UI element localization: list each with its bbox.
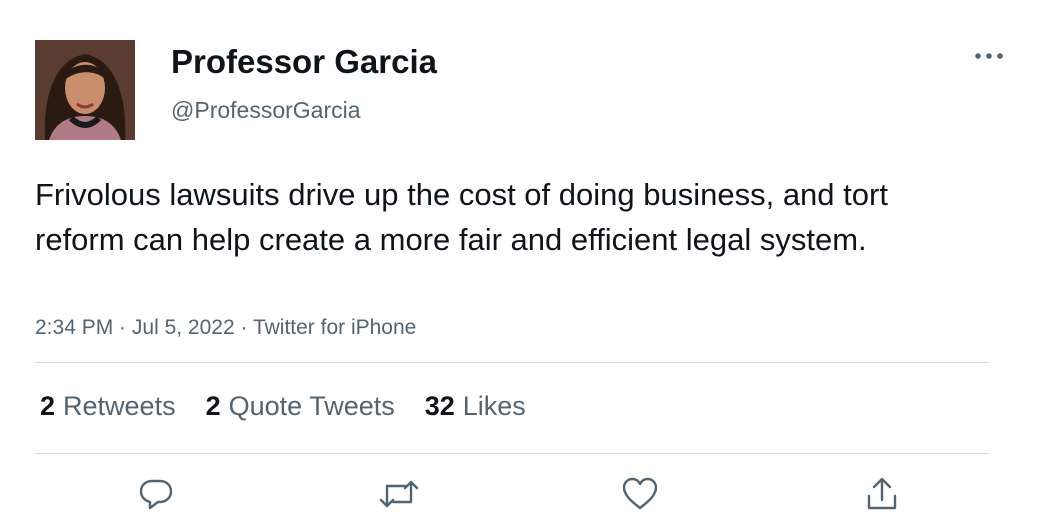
retweets-label: Retweets xyxy=(63,390,176,421)
divider xyxy=(35,362,989,363)
likes-stat[interactable]: 32 Likes xyxy=(425,391,526,422)
reply-button[interactable] xyxy=(134,472,178,516)
author-name[interactable]: Professor Garcia xyxy=(171,43,437,81)
quote-tweets-count: 2 xyxy=(205,390,221,421)
tweet-date[interactable]: Jul 5, 2022 xyxy=(132,316,235,339)
retweets-stat[interactable]: 2 Retweets xyxy=(40,391,176,422)
retweets-count: 2 xyxy=(40,390,56,421)
share-icon xyxy=(867,477,897,510)
tweet-source[interactable]: Twitter for iPhone xyxy=(253,316,416,339)
more-options-button[interactable] xyxy=(972,44,1006,68)
share-button[interactable] xyxy=(860,472,904,516)
like-button[interactable] xyxy=(618,472,662,516)
likes-label: Likes xyxy=(462,390,526,421)
tweet-meta: 2:34 PM · Jul 5, 2022 · Twitter for iPho… xyxy=(35,316,416,340)
avatar-image xyxy=(35,40,135,140)
reply-icon xyxy=(139,479,173,510)
divider xyxy=(35,453,989,454)
meta-separator: · xyxy=(113,316,132,339)
quote-tweets-stat[interactable]: 2 Quote Tweets xyxy=(206,391,395,422)
heart-icon xyxy=(622,477,658,510)
author-handle[interactable]: @ProfessorGarcia xyxy=(171,97,361,124)
action-bar xyxy=(0,470,1050,520)
tweet-text: Frivolous lawsuits drive up the cost of … xyxy=(35,177,888,257)
retweet-icon xyxy=(379,480,419,508)
meta-separator: · xyxy=(234,316,253,339)
retweet-button[interactable] xyxy=(377,472,421,516)
likes-count: 32 xyxy=(424,390,455,421)
avatar[interactable] xyxy=(35,40,135,140)
quote-tweets-label: Quote Tweets xyxy=(228,390,395,421)
tweet-time[interactable]: 2:34 PM xyxy=(35,316,113,339)
more-icon xyxy=(975,53,1003,59)
tweet-stats: 2 Retweets 2 Quote Tweets 32 Likes xyxy=(40,386,556,426)
